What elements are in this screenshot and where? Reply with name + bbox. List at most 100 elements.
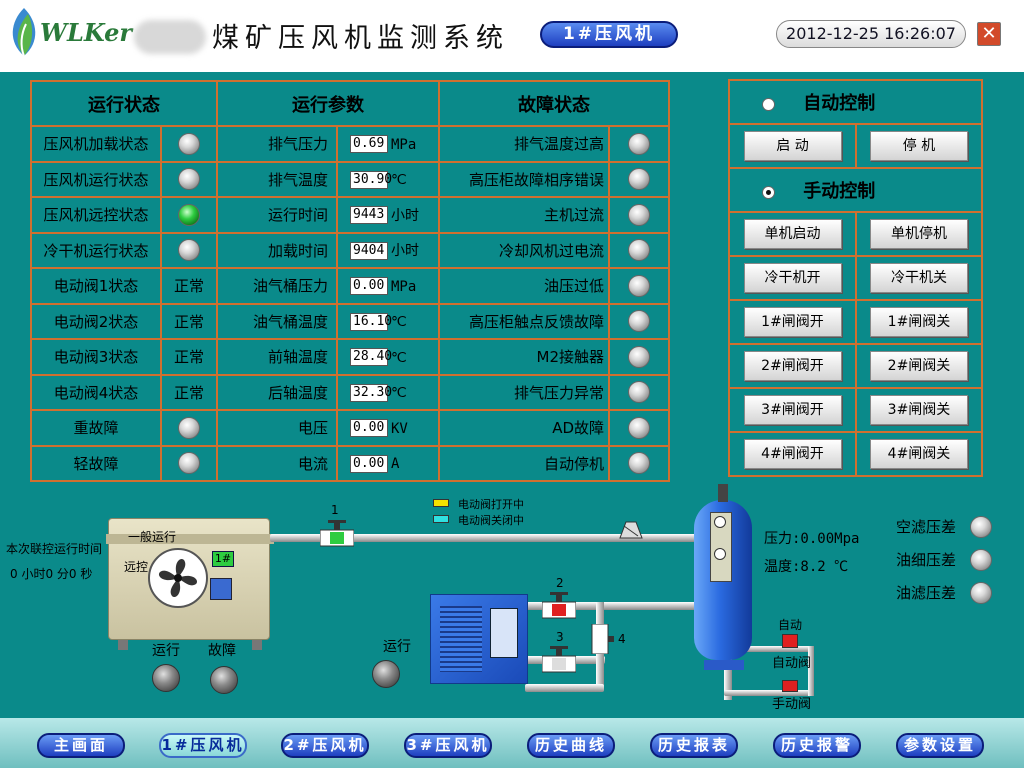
datetime-display: 2012-12-25 16:26:07 bbox=[776, 20, 966, 48]
auto-valve-icon[interactable] bbox=[782, 634, 798, 648]
dryer-grille bbox=[440, 606, 482, 672]
param-unit: ℃ bbox=[391, 172, 407, 188]
nav-button[interactable]: 主画面 bbox=[37, 733, 125, 758]
manual-button-right[interactable]: 3#闸阀关 bbox=[870, 395, 968, 425]
temperature-gauge-icon bbox=[714, 548, 726, 560]
manual-control-radio[interactable] bbox=[762, 185, 775, 199]
param-label: 后轴温度 bbox=[216, 373, 338, 411]
control-button-row: 3#闸阀开 3#闸阀关 bbox=[728, 387, 983, 433]
fault-indicator-cell bbox=[608, 373, 670, 411]
param-label: 前轴温度 bbox=[216, 338, 338, 376]
param-value: 16.10 bbox=[350, 312, 392, 331]
status-label: 压风机运行状态 bbox=[30, 160, 162, 198]
param-value-cell: 0.00 KV bbox=[336, 409, 440, 447]
manual-button-left[interactable]: 3#闸阀开 bbox=[743, 395, 842, 425]
legend-close-swatch bbox=[433, 515, 449, 523]
fault-label: 故障 bbox=[208, 643, 236, 659]
param-value: 28.40 bbox=[350, 348, 392, 366]
manual-valve-icon[interactable] bbox=[782, 680, 798, 692]
tank-base bbox=[704, 660, 744, 670]
nav-button[interactable]: 3#压风机 bbox=[404, 733, 492, 758]
nav-button[interactable]: 历史报表 bbox=[650, 733, 738, 758]
param-unit: ℃ bbox=[391, 349, 407, 366]
status-indicator-cell bbox=[160, 125, 218, 163]
compressor-foot bbox=[252, 640, 262, 650]
param-unit: 小时 bbox=[391, 207, 419, 224]
auto-label: 自动 bbox=[778, 618, 803, 632]
fault-led-icon bbox=[628, 381, 650, 404]
manual-button-right[interactable]: 2#闸阀关 bbox=[870, 351, 968, 381]
manual-button-left[interactable]: 单机启动 bbox=[743, 219, 842, 249]
param-value-cell: 9404 小时 bbox=[336, 231, 440, 269]
unit-number-tag: 1# bbox=[212, 551, 234, 567]
status-led-icon bbox=[178, 168, 200, 191]
status-text: 正常 bbox=[173, 277, 204, 296]
param-unit: A bbox=[391, 456, 400, 472]
linkage-time-label: 本次联控运行时间 bbox=[6, 542, 103, 556]
fault-indicator-cell bbox=[608, 267, 670, 305]
pressure-gauge-icon bbox=[714, 516, 726, 528]
manual-button-left[interactable]: 4#闸阀开 bbox=[743, 439, 842, 469]
manual-button-right[interactable]: 4#闸阀关 bbox=[870, 439, 968, 469]
manual-button-left[interactable]: 冷干机开 bbox=[743, 263, 842, 293]
status-text: 正常 bbox=[173, 383, 204, 402]
param-unit: ℃ bbox=[391, 385, 407, 401]
close-icon[interactable]: ✕ bbox=[977, 22, 1001, 46]
status-label: 压风机加载状态 bbox=[30, 125, 162, 163]
manual-button-right[interactable]: 单机停机 bbox=[870, 219, 968, 249]
fault-indicator-cell bbox=[608, 196, 670, 234]
nav-button[interactable]: 历史报警 bbox=[773, 733, 861, 758]
auto-control-radio[interactable] bbox=[762, 97, 775, 111]
manual-button-left[interactable]: 2#闸阀开 bbox=[743, 351, 842, 381]
fault-label: 高压柜触点反馈故障 bbox=[438, 302, 610, 340]
control-button-row: 单机启动 单机停机 bbox=[728, 211, 983, 257]
leaf-logo-icon bbox=[12, 8, 36, 57]
filter-label: 油滤压差 bbox=[896, 584, 957, 602]
nav-button[interactable]: 2#压风机 bbox=[281, 733, 369, 758]
param-value-cell: 0.00 MPa bbox=[336, 267, 440, 305]
table-row: 电动阀2状态 正常 油气桶温度 16.10℃ 高压柜触点反馈故障 bbox=[30, 302, 670, 340]
status-indicator-cell: 正常 bbox=[160, 302, 218, 340]
dryer-run-label: 运行 bbox=[383, 639, 411, 655]
valve-2-icon[interactable] bbox=[541, 592, 577, 620]
param-value-cell: 0.69 MPa bbox=[336, 125, 440, 163]
valve-1-icon[interactable] bbox=[319, 520, 355, 548]
status-text: 正常 bbox=[173, 348, 204, 367]
param-label: 电压 bbox=[216, 409, 338, 447]
fault-label: 高压柜故障相序错误 bbox=[438, 160, 610, 198]
status-header: 运行状态 bbox=[30, 80, 218, 127]
valve-4-icon[interactable] bbox=[590, 623, 614, 655]
manual-valve-label: 手动阀 bbox=[772, 697, 812, 712]
fault-indicator-cell bbox=[608, 338, 670, 376]
param-label: 油气桶压力 bbox=[216, 267, 338, 305]
table-row: 电动阀1状态 正常 油气桶压力 0.00 MPa 油压过低 bbox=[30, 267, 670, 305]
manual-button-right[interactable]: 冷干机关 bbox=[870, 263, 968, 293]
dryer-run-indicator bbox=[372, 660, 400, 688]
param-unit: 小时 bbox=[391, 243, 419, 260]
auto-control-row: 自动控制 bbox=[728, 79, 983, 125]
stop-button[interactable]: 停 机 bbox=[870, 131, 968, 161]
legend-open-label: 电动阀打开中 bbox=[458, 498, 524, 511]
manual-button-left[interactable]: 1#闸阀开 bbox=[743, 307, 842, 337]
start-button[interactable]: 启 动 bbox=[743, 131, 842, 161]
status-text: 正常 bbox=[173, 312, 204, 331]
valve-3-icon[interactable] bbox=[541, 646, 577, 674]
manual-control-label: 手动控制 bbox=[803, 181, 876, 202]
nav-button[interactable]: 历史曲线 bbox=[527, 733, 615, 758]
filter-led-icon bbox=[970, 548, 992, 571]
nav-button[interactable]: 参数设置 bbox=[896, 733, 984, 758]
fault-label: 排气压力异常 bbox=[438, 373, 610, 411]
param-value: 30.90 bbox=[350, 170, 392, 189]
valve-1-number: 1 bbox=[331, 503, 339, 517]
compressor-foot bbox=[118, 640, 128, 650]
manual-button-right[interactable]: 1#闸阀关 bbox=[870, 307, 968, 337]
linkage-time-value: 0 小时0 分0 秒 bbox=[10, 567, 93, 581]
param-unit: KV bbox=[391, 420, 408, 437]
status-indicator-cell: 正常 bbox=[160, 267, 218, 305]
param-value: 0.00 bbox=[350, 277, 388, 295]
nav-button[interactable]: 1#压风机 bbox=[159, 733, 247, 758]
logo-text: WLKer bbox=[40, 18, 133, 47]
table-row: 轻故障 电流 0.00 A 自动停机 bbox=[30, 444, 670, 482]
fault-label: 冷却风机过电流 bbox=[438, 231, 610, 269]
fault-indicator-cell bbox=[608, 160, 670, 198]
